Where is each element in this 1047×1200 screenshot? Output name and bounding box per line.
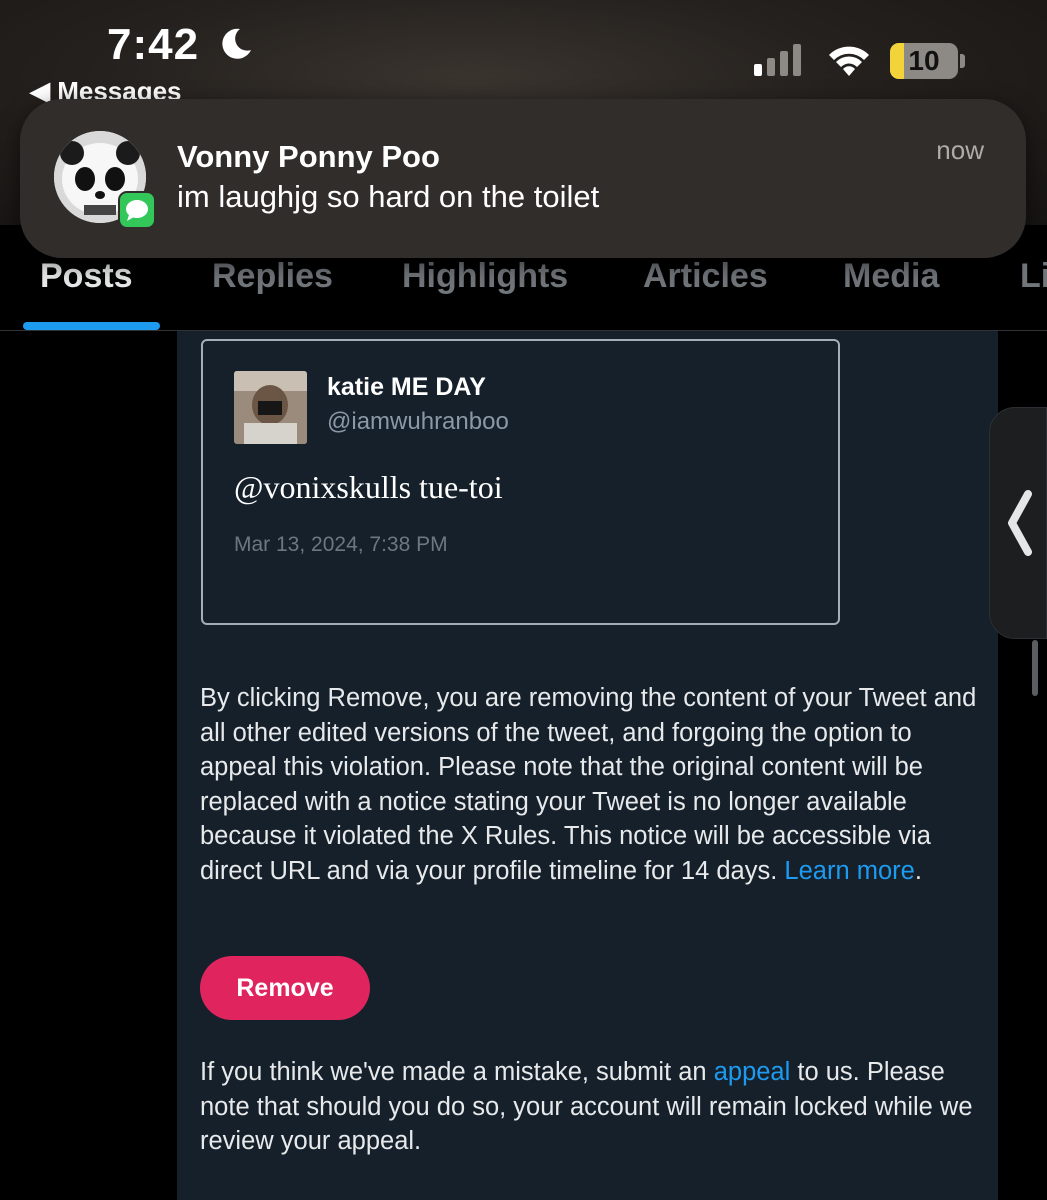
tab-articles[interactable]: Articles — [643, 257, 768, 296]
cellular-signal-icon — [754, 44, 801, 76]
wifi-icon — [829, 46, 869, 76]
violation-notice-panel: katie ME DAY @iamwuhranboo @vonixskulls … — [177, 331, 998, 1200]
tweet-timestamp: Mar 13, 2024, 7:38 PM — [234, 533, 448, 556]
tweet-author-handle: @iamwuhranboo — [327, 408, 509, 435]
tweet-author-avatar — [234, 371, 307, 444]
appeal-prefix: If you think we've made a mistake, submi… — [200, 1058, 707, 1086]
moon-icon — [222, 28, 251, 59]
quoted-tweet-card: katie ME DAY @iamwuhranboo @vonixskulls … — [201, 339, 840, 625]
status-time: 7:42 — [107, 20, 200, 69]
notification-message: im laughjg so hard on the toilet — [177, 179, 600, 214]
tab-posts[interactable]: Posts — [40, 257, 133, 296]
tweet-text: @vonixskulls tue-toi — [234, 469, 503, 505]
side-panel-handle[interactable] — [989, 407, 1047, 639]
removal-notice-body: By clicking Remove, you are removing the… — [200, 684, 977, 885]
battery-icon: 10 — [890, 43, 958, 79]
learn-more-link[interactable]: Learn more — [784, 857, 914, 885]
notification-time: now — [936, 135, 984, 165]
scrollbar[interactable] — [1032, 640, 1038, 696]
notice-period: . — [914, 856, 922, 885]
tab-highlights[interactable]: Highlights — [402, 257, 568, 296]
tab-likes[interactable]: Li — [1020, 257, 1047, 296]
tab-media[interactable]: Media — [843, 257, 939, 296]
message-notification-banner[interactable]: Vonny Ponny Poo im laughjg so hard on th… — [20, 99, 1026, 258]
battery-tip — [960, 54, 965, 68]
messages-icon — [118, 191, 156, 229]
active-tab-indicator — [23, 322, 160, 330]
removal-notice-text: By clicking Remove, you are removing the… — [200, 681, 990, 888]
chevron-left-icon — [1008, 490, 1032, 556]
battery-percentage: 10 — [908, 45, 940, 76]
tab-replies[interactable]: Replies — [212, 257, 333, 296]
appeal-notice-text: If you think we've made a mistake, submi… — [200, 1055, 990, 1159]
remove-button[interactable]: Remove — [200, 956, 370, 1020]
tweet-author-name: katie ME DAY — [327, 373, 486, 401]
appeal-link[interactable]: appeal — [714, 1058, 791, 1086]
notification-sender: Vonny Ponny Poo — [177, 139, 440, 174]
